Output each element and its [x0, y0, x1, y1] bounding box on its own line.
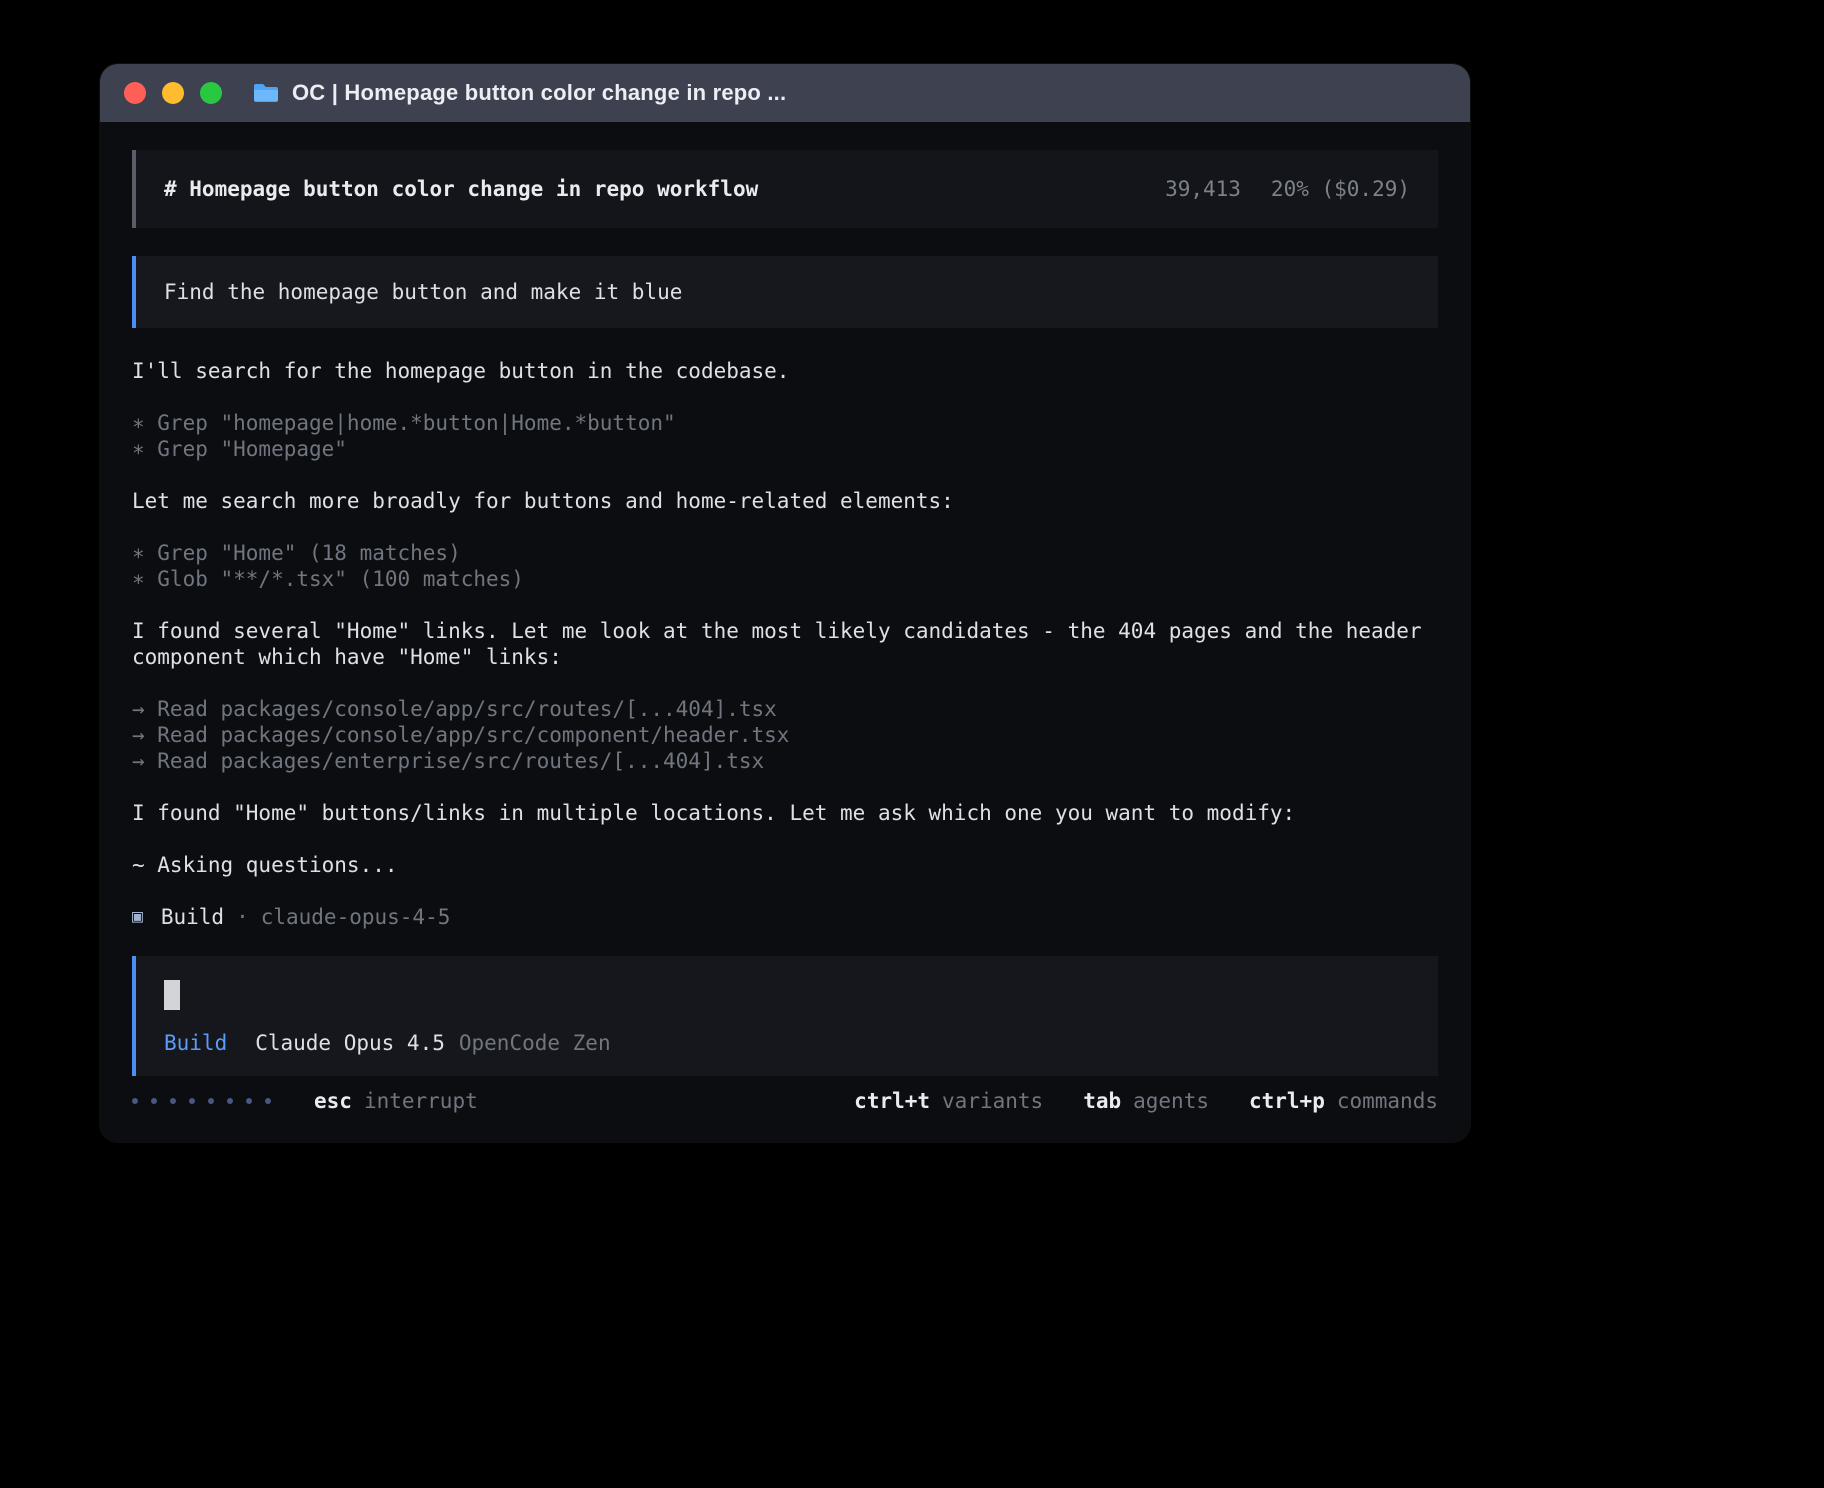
status-asking-questions: ~ Asking questions... — [132, 852, 1438, 878]
hint-commands: ctrl+p commands — [1249, 1088, 1438, 1114]
context-usage: 20% ($0.29) — [1271, 176, 1410, 202]
assistant-text: Let me search more broadly for buttons a… — [132, 488, 1438, 514]
terminal-content: # Homepage button color change in repo w… — [100, 122, 1470, 1142]
tab-key: tab — [1083, 1088, 1121, 1114]
ctrl-p-key: ctrl+p — [1249, 1088, 1325, 1114]
conversation: I'll search for the homepage button in t… — [132, 358, 1438, 930]
zoom-button[interactable] — [200, 82, 222, 104]
variants-label: variants — [942, 1088, 1043, 1114]
tool-call-grep: ∗ Grep "Homepage" — [132, 436, 1438, 462]
window-controls — [124, 82, 222, 104]
interrupt-hint: esc interrupt — [132, 1088, 478, 1114]
model-name: Claude Opus 4.5 — [255, 1030, 445, 1056]
hint-variants: ctrl+t variants — [854, 1088, 1043, 1114]
window-title: OC | Homepage button color change in rep… — [292, 80, 786, 106]
file-read-line: → Read packages/console/app/src/routes/[… — [132, 696, 1438, 722]
agent-model: claude-opus-4-5 — [261, 904, 451, 930]
tool-call-glob: ∗ Glob "**/*.tsx" (100 matches) — [132, 566, 1438, 592]
tool-call-grep: ∗ Grep "homepage|home.*button|Home.*butt… — [132, 410, 1438, 436]
close-button[interactable] — [124, 82, 146, 104]
assistant-text: I'll search for the homepage button in t… — [132, 358, 1438, 384]
assistant-text: I found several "Home" links. Let me loo… — [132, 618, 1438, 670]
interrupt-label: interrupt — [364, 1088, 478, 1114]
minimize-button[interactable] — [162, 82, 184, 104]
agent-name: Build — [161, 904, 224, 930]
session-header: # Homepage button color change in repo w… — [132, 150, 1438, 228]
agent-separator: · — [236, 904, 249, 930]
ctrl-t-key: ctrl+t — [854, 1088, 930, 1114]
esc-key: esc — [314, 1088, 352, 1114]
user-message-text: Find the homepage button and make it blu… — [164, 280, 682, 304]
provider-name: OpenCode Zen — [459, 1030, 611, 1056]
assistant-text: I found "Home" buttons/links in multiple… — [132, 800, 1438, 826]
agents-label: agents — [1133, 1088, 1209, 1114]
mode-row: Build Claude Opus 4.5 OpenCode Zen — [164, 1030, 1410, 1056]
prompt-input[interactable]: Build Claude Opus 4.5 OpenCode Zen — [132, 956, 1438, 1076]
shortcut-hints: ctrl+t variants tab agents ctrl+p comman… — [854, 1088, 1438, 1114]
build-agent-icon: ▣ — [132, 904, 143, 930]
session-stats: 39,413 20% ($0.29) — [1165, 176, 1410, 202]
token-count: 39,413 — [1165, 176, 1241, 202]
user-message: Find the homepage button and make it blu… — [132, 256, 1438, 328]
folder-icon — [252, 82, 280, 104]
titlebar[interactable]: OC | Homepage button color change in rep… — [100, 64, 1470, 122]
file-read-line: → Read packages/enterprise/src/routes/[.… — [132, 748, 1438, 774]
progress-dots — [132, 1098, 284, 1104]
session-title: # Homepage button color change in repo w… — [164, 176, 758, 202]
terminal-window: OC | Homepage button color change in rep… — [100, 64, 1470, 1142]
file-read-line: → Read packages/console/app/src/componen… — [132, 722, 1438, 748]
mode-indicator: Build — [164, 1030, 227, 1056]
agent-status: ▣ Build · claude-opus-4-5 — [132, 904, 1438, 930]
status-bar: esc interrupt ctrl+t variants tab agents… — [132, 1088, 1438, 1114]
commands-label: commands — [1337, 1088, 1438, 1114]
tool-call-grep: ∗ Grep "Home" (18 matches) — [132, 540, 1438, 566]
text-cursor — [164, 980, 180, 1010]
hint-agents: tab agents — [1083, 1088, 1209, 1114]
